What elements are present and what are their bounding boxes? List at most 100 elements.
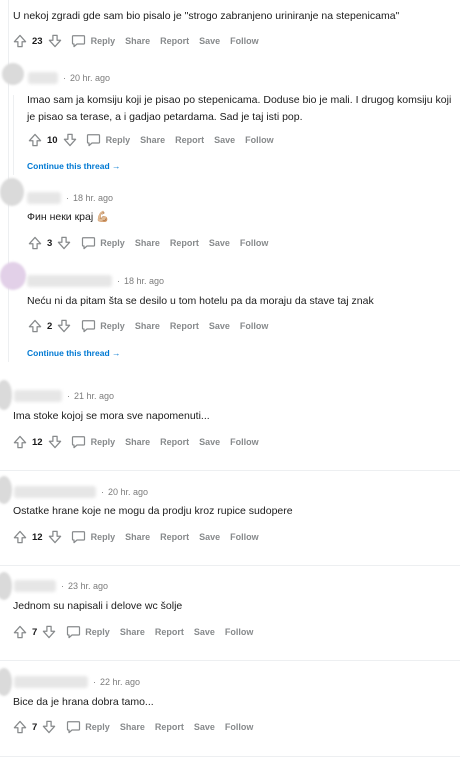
reply-button[interactable]: Reply [85,131,130,149]
save-button[interactable]: Save [199,532,220,542]
avatar[interactable] [2,63,24,85]
follow-button[interactable]: Follow [230,437,259,447]
comment-text: U nekoj zgradi gde sam bio pisalo je "st… [13,10,400,22]
vote-count: 10 [47,134,58,146]
share-button[interactable]: Share [125,532,150,542]
downvote-icon[interactable] [55,234,73,252]
vote-count: 2 [47,320,53,332]
save-button[interactable]: Save [199,437,220,447]
comment-actions: 7 Reply Share Report Save Follow [11,622,253,642]
comment-bubble-icon [85,131,103,149]
avatar[interactable] [0,572,12,600]
reply-button[interactable]: Reply [79,234,125,252]
reply-button[interactable]: Reply [70,32,115,50]
share-button[interactable]: Share [140,135,165,145]
upvote-icon[interactable] [11,718,29,736]
follow-button[interactable]: Follow [225,627,254,637]
continue-thread-link[interactable]: Continue this thread → [27,161,121,171]
avatar[interactable] [0,668,12,696]
reply-button[interactable]: Reply [70,528,115,546]
report-button[interactable]: Report [175,135,204,145]
username-redacted[interactable] [14,676,88,688]
report-button[interactable]: Report [170,238,199,248]
downvote-icon[interactable] [46,528,64,546]
save-button[interactable]: Save [194,627,215,637]
avatar[interactable] [0,178,24,206]
downvote-icon[interactable] [46,433,64,451]
comment-actions: 3 Reply Share Report Save Follow [26,233,268,253]
report-button[interactable]: Report [155,627,184,637]
avatar[interactable] [0,476,12,504]
avatar[interactable] [0,380,12,410]
comment-text: Фин неки крај 💪🏼 [27,211,110,223]
reply-button[interactable]: Reply [70,433,115,451]
downvote-icon[interactable] [46,32,64,50]
save-button[interactable]: Save [209,238,230,248]
reply-button[interactable]: Reply [64,623,110,641]
share-button[interactable]: Share [125,437,150,447]
upvote-icon[interactable] [11,433,29,451]
report-button[interactable]: Report [160,532,189,542]
timestamp: 18 hr. ago [73,193,114,203]
share-button[interactable]: Share [120,627,145,637]
report-button[interactable]: Report [155,722,184,732]
username-redacted[interactable] [27,192,61,204]
report-button[interactable]: Report [160,36,189,46]
share-button[interactable]: Share [135,321,160,331]
comment-text: Neću ni da pitam šta se desilo u tom hot… [27,295,374,307]
follow-button[interactable]: Follow [245,135,274,145]
comment-actions: 2 Reply Share Report Save Follow [26,316,268,336]
comment-bubble-icon [79,317,97,335]
upvote-icon[interactable] [26,131,44,149]
upvote-icon[interactable] [11,623,29,641]
reply-button[interactable]: Reply [64,718,110,736]
thread-line [13,95,14,175]
upvote-icon[interactable] [11,528,29,546]
vote-count: 23 [32,35,43,47]
save-button[interactable]: Save [209,321,230,331]
follow-button[interactable]: Follow [225,722,254,732]
reply-button[interactable]: Reply [79,317,125,335]
follow-button[interactable]: Follow [240,321,269,331]
save-button[interactable]: Save [214,135,235,145]
follow-button[interactable]: Follow [230,36,259,46]
downvote-icon[interactable] [61,131,79,149]
upvote-icon[interactable] [26,234,44,252]
comment-actions: 12 Reply Share Report Save Follow [11,432,259,452]
divider [0,756,460,757]
downvote-icon[interactable] [40,718,58,736]
upvote-icon[interactable] [11,32,29,50]
comment-text: Imao sam ja komsiju koji je pisao po ste… [27,94,452,123]
downvote-icon[interactable] [55,317,73,335]
continue-thread-link[interactable]: Continue this thread → [27,348,121,358]
username-redacted[interactable] [27,275,112,287]
comment-meta: · 20 hr. ago [14,482,148,502]
share-button[interactable]: Share [125,36,150,46]
downvote-icon[interactable] [40,623,58,641]
save-button[interactable]: Save [199,36,220,46]
vote-count: 12 [32,436,43,448]
report-button[interactable]: Report [160,437,189,447]
comment-meta: · 20 hr. ago [28,68,110,88]
timestamp: 18 hr. ago [124,276,165,286]
divider [0,470,460,471]
username-redacted[interactable] [28,72,58,84]
share-button[interactable]: Share [135,238,160,248]
comment-actions: 23 Reply Share Report Save Follow [11,31,259,51]
vote-count: 3 [47,237,53,249]
avatar[interactable] [0,262,26,290]
report-button[interactable]: Report [170,321,199,331]
username-redacted[interactable] [14,580,56,592]
comment-bubble-icon [70,433,88,451]
comment-meta: · 18 hr. ago [27,188,113,208]
comment-text: Jednom su napisali i delove wc šolje [13,600,183,612]
save-button[interactable]: Save [194,722,215,732]
comment-actions: 7 Reply Share Report Save Follow [11,717,253,737]
follow-button[interactable]: Follow [240,238,269,248]
upvote-icon[interactable] [26,317,44,335]
follow-button[interactable]: Follow [230,532,259,542]
timestamp: 23 hr. ago [68,581,109,591]
username-redacted[interactable] [14,486,96,498]
username-redacted[interactable] [14,390,62,402]
share-button[interactable]: Share [120,722,145,732]
